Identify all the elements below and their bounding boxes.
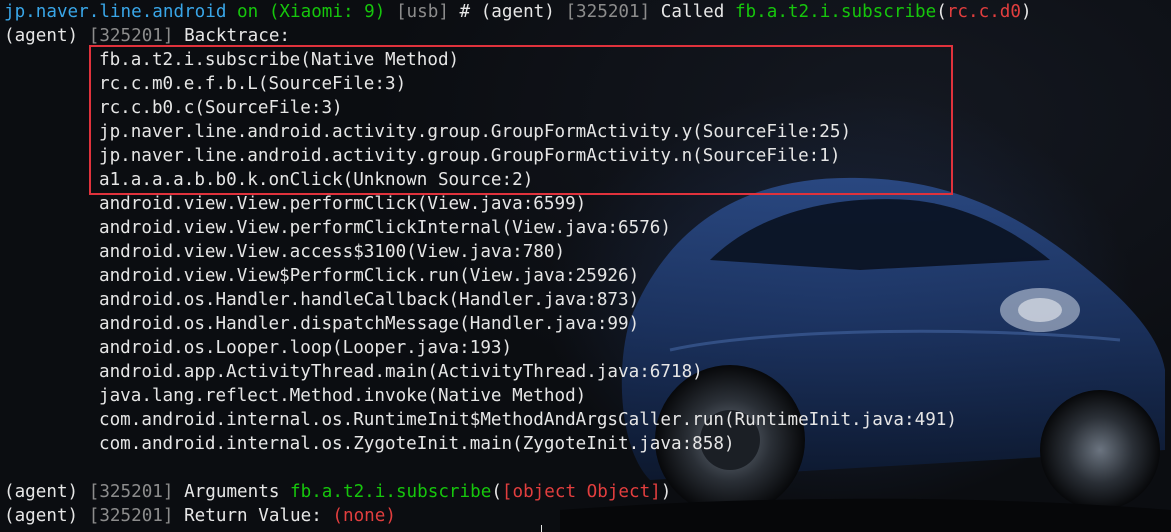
paren-close: ) [660, 482, 672, 502]
pid-label: [325201] [88, 482, 174, 502]
wallpaper-car-image [560, 177, 1171, 532]
agent-label: (agent) [4, 26, 79, 46]
arguments-value: [object Object] [501, 482, 661, 502]
stack-frame: android.app.ActivityThread.main(Activity… [99, 362, 703, 382]
method-prefix: fb.a.t2.i. [290, 482, 396, 502]
agent-label: (agent) [4, 482, 79, 502]
method-prefix: fb.a.t2.i. [734, 2, 841, 22]
text-cursor [541, 525, 542, 532]
stack-frame: com.android.internal.os.ZygoteInit.main(… [99, 434, 735, 454]
called-label: Called [660, 2, 725, 22]
paren-close: ) [1020, 2, 1032, 22]
command-header-line: jp.naver.line.android on (Xiaomi: 9) [us… [4, 0, 1032, 24]
pid-label: [325201] [565, 2, 651, 22]
return-value: (none) [332, 506, 396, 526]
method-name: subscribe [395, 482, 492, 502]
pid-label: [325201] [88, 26, 174, 46]
stack-frame: com.android.internal.os.RuntimeInit$Meth… [99, 410, 957, 430]
stack-frame: android.view.View.performClickInternal(V… [99, 218, 671, 238]
terminal-window[interactable]: jp.naver.line.android on (Xiaomi: 9) [us… [0, 0, 1171, 532]
paren-open: ( [491, 482, 502, 502]
on-label: on [237, 2, 259, 22]
highlight-box [89, 45, 953, 195]
method-arg: rc.c.d0 [946, 2, 1021, 22]
stack-frame: java.lang.reflect.Method.invoke(Native M… [99, 386, 587, 406]
return-value-label: Return Value: [184, 506, 322, 526]
stack-frame: android.view.View.access$3100(View.java:… [99, 242, 566, 262]
stack-frame: android.view.View.performClick(View.java… [99, 194, 587, 214]
paren-open: ( [936, 2, 947, 22]
arguments-line: (agent) [325201] Arguments fb.a.t2.i.sub… [4, 480, 671, 504]
method-name: subscribe [840, 2, 937, 22]
return-value-line: (agent) [325201] Return Value: (none) [4, 504, 396, 528]
arguments-label: Arguments [184, 482, 280, 502]
backtrace-label: Backtrace: [184, 26, 291, 46]
stack-frame: android.view.View$PerformClick.run(View.… [99, 266, 640, 286]
stack-frame: android.os.Handler.dispatchMessage(Handl… [99, 314, 640, 334]
transport-label: [usb] [395, 2, 449, 22]
pid-label: [325201] [88, 506, 174, 526]
device-label: (Xiaomi: 9) [268, 2, 386, 22]
stack-frame: android.os.Looper.loop(Looper.java:193) [99, 338, 513, 358]
agent-label: (agent) [4, 506, 79, 526]
agent-label: (agent) [480, 2, 555, 22]
package-name: jp.naver.line.android [4, 2, 227, 22]
prompt-hash: # [459, 2, 471, 22]
stack-frame: android.os.Handler.handleCallback(Handle… [99, 290, 640, 310]
